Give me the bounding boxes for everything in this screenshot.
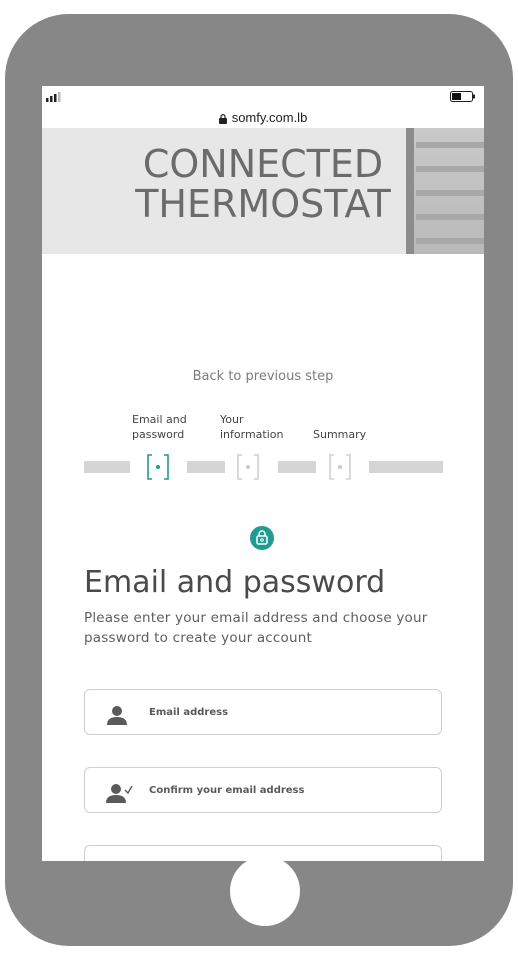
back-to-previous-step-link[interactable]: Back to previous step	[42, 369, 484, 384]
hero-banner: CONNECTED THERMOSTAT	[42, 128, 484, 254]
battery-icon	[450, 91, 475, 102]
signal-icon	[46, 92, 61, 102]
step-indicator-2[interactable]	[233, 452, 263, 482]
email-field[interactable]	[84, 689, 442, 735]
phone-screen: somfy.com.lb CONNECTED THERMOSTAT Back t…	[42, 86, 484, 861]
status-bar	[42, 86, 484, 108]
step-label-summary: Summary	[313, 428, 367, 441]
section-title: Email and password	[84, 565, 386, 600]
home-button[interactable]	[230, 856, 300, 926]
address-bar[interactable]: somfy.com.lb	[42, 108, 484, 128]
lock-icon	[218, 113, 227, 124]
step-label-your-information: Your information	[220, 413, 284, 441]
user-check-icon	[106, 784, 133, 803]
step-indicator-1-active[interactable]	[143, 452, 173, 482]
step-progress	[42, 452, 484, 484]
section-description: Please enter your email address and choo…	[84, 610, 428, 646]
url-text: somfy.com.lb	[231, 110, 308, 125]
user-icon	[107, 706, 127, 725]
confirm-email-input[interactable]	[149, 768, 429, 812]
step-label-email-password: Email and password	[132, 413, 187, 441]
hero-title: CONNECTED THERMOSTAT	[135, 142, 391, 226]
password-input[interactable]	[149, 846, 429, 861]
lock-icon	[250, 526, 274, 550]
confirm-email-field[interactable]	[84, 767, 442, 813]
email-input[interactable]	[149, 690, 429, 734]
step-indicator-3[interactable]	[325, 452, 355, 482]
